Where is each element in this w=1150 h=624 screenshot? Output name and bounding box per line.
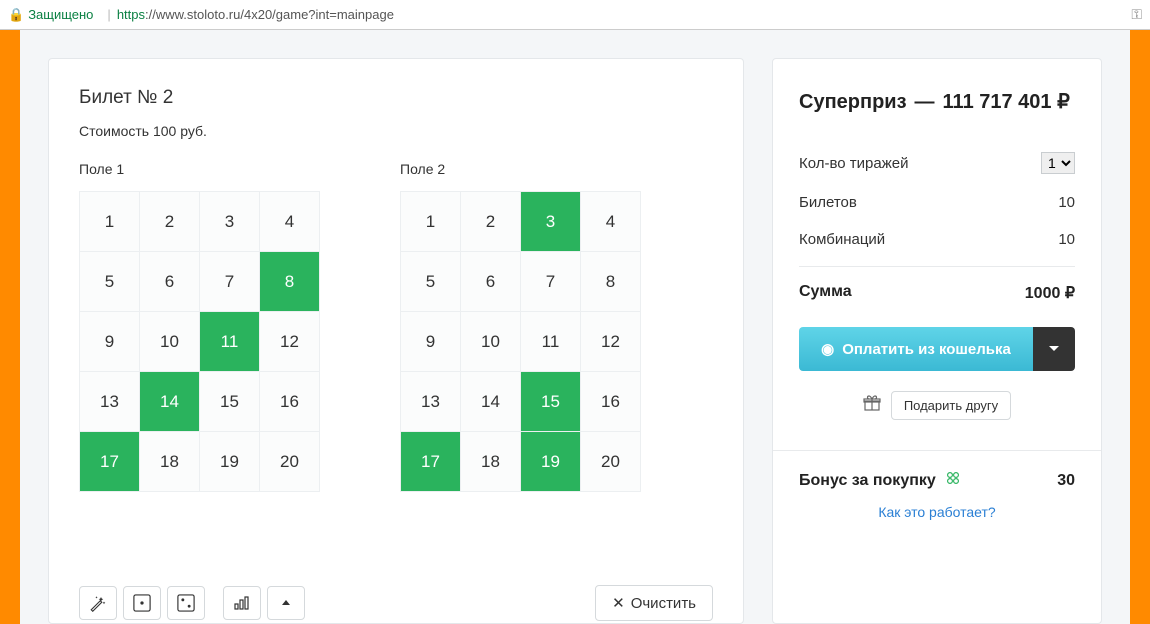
number-cell[interactable]: 5 [401, 252, 461, 312]
number-cell[interactable]: 11 [200, 312, 260, 372]
lock-icon: 🔒 [8, 7, 24, 23]
field-2-grid: 1234567891011121314151617181920 [400, 191, 641, 492]
bonus-label: Бонус за покупку [799, 472, 936, 490]
ticket-title: Билет № 2 [79, 87, 713, 109]
number-cell[interactable]: 15 [200, 372, 260, 432]
number-cell[interactable]: 16 [260, 372, 320, 432]
url-divider: | [107, 7, 110, 22]
number-cell[interactable]: 7 [521, 252, 581, 312]
number-cell[interactable]: 6 [461, 252, 521, 312]
field-2: Поле 2 1234567891011121314151617181920 [400, 161, 641, 492]
page-url[interactable]: https://www.stoloto.ru/4x20/game?int=mai… [117, 7, 394, 22]
number-cell[interactable]: 20 [260, 432, 320, 492]
number-cell[interactable]: 13 [401, 372, 461, 432]
wallet-icon: ◉ [821, 340, 834, 358]
key-icon[interactable]: ⚿ [1131, 6, 1142, 23]
number-cell[interactable]: 18 [140, 432, 200, 492]
clear-button[interactable]: ✕ Очистить [595, 585, 713, 621]
number-cell[interactable]: 12 [260, 312, 320, 372]
number-cell[interactable]: 14 [140, 372, 200, 432]
number-cell[interactable]: 3 [200, 192, 260, 252]
gift-button[interactable]: Подарить другу [891, 391, 1011, 420]
dice-1-button[interactable] [123, 586, 161, 620]
tickets-label: Билетов [799, 194, 857, 211]
jackpot-row: Суперприз — 111 717 401 ₽ [799, 89, 1075, 114]
number-cell[interactable]: 7 [200, 252, 260, 312]
tickets-row: Билетов 10 [799, 184, 1075, 221]
ticket-toolbar: ✕ Очистить [79, 585, 713, 623]
fields-row: Поле 1 1234567891011121314151617181920 П… [79, 161, 713, 492]
ticket-card: Билет № 2 Стоимость 100 руб. Поле 1 1234… [48, 58, 744, 624]
how-it-works-link[interactable]: Как это работает? [799, 504, 1075, 520]
number-cell[interactable]: 19 [521, 432, 581, 492]
total-value: 1000 ₽ [1025, 283, 1075, 303]
number-cell[interactable]: 2 [140, 192, 200, 252]
clover-icon [944, 469, 962, 492]
number-cell[interactable]: 6 [140, 252, 200, 312]
number-cell[interactable]: 20 [581, 432, 641, 492]
number-cell[interactable]: 4 [581, 192, 641, 252]
combos-value: 10 [1058, 231, 1075, 248]
close-icon: ✕ [612, 594, 625, 612]
ticket-cost: Стоимость 100 руб. [79, 123, 713, 139]
field-1: Поле 1 1234567891011121314151617181920 [79, 161, 320, 492]
number-cell[interactable]: 15 [521, 372, 581, 432]
number-cell[interactable]: 9 [401, 312, 461, 372]
number-cell[interactable]: 9 [80, 312, 140, 372]
secure-label: Защищено [28, 7, 93, 22]
magic-wand-button[interactable] [79, 586, 117, 620]
jackpot-amount: 111 717 401 ₽ [943, 89, 1070, 114]
caret-up-button[interactable] [267, 586, 305, 620]
number-cell[interactable]: 17 [401, 432, 461, 492]
field-1-grid: 1234567891011121314151617181920 [79, 191, 320, 492]
gift-icon [863, 395, 881, 416]
combos-row: Комбинаций 10 [799, 221, 1075, 258]
tickets-value: 10 [1058, 194, 1075, 211]
gift-row: Подарить другу [799, 391, 1075, 420]
left-accent-bar [0, 30, 20, 624]
number-cell[interactable]: 8 [260, 252, 320, 312]
field-2-label: Поле 2 [400, 161, 641, 177]
number-cell[interactable]: 10 [461, 312, 521, 372]
total-label: Сумма [799, 283, 852, 303]
bonus-box: Бонус за покупку 30 Как это работает? [773, 450, 1101, 520]
number-cell[interactable]: 16 [581, 372, 641, 432]
pay-dropdown-button[interactable] [1033, 327, 1075, 371]
number-cell[interactable]: 8 [581, 252, 641, 312]
number-cell[interactable]: 1 [80, 192, 140, 252]
divider [799, 266, 1075, 267]
number-cell[interactable]: 5 [80, 252, 140, 312]
draws-row: Кол-во тиражей 1 [799, 142, 1075, 184]
jackpot-label: Суперприз [799, 91, 907, 114]
bonus-value: 30 [1057, 472, 1075, 490]
clear-label: Очистить [631, 595, 696, 612]
chevron-down-icon [1048, 345, 1060, 353]
draws-label: Кол-во тиражей [799, 155, 909, 172]
stats-button[interactable] [223, 586, 261, 620]
number-cell[interactable]: 17 [80, 432, 140, 492]
number-cell[interactable]: 4 [260, 192, 320, 252]
number-cell[interactable]: 18 [461, 432, 521, 492]
pay-button[interactable]: ◉ Оплатить из кошелька [799, 327, 1033, 371]
number-cell[interactable]: 10 [140, 312, 200, 372]
number-cell[interactable]: 19 [200, 432, 260, 492]
number-cell[interactable]: 1 [401, 192, 461, 252]
pay-row: ◉ Оплатить из кошелька [799, 327, 1075, 371]
number-cell[interactable]: 11 [521, 312, 581, 372]
dice-2-button[interactable] [167, 586, 205, 620]
draws-select[interactable]: 1 [1041, 152, 1075, 174]
number-cell[interactable]: 12 [581, 312, 641, 372]
total-row: Сумма 1000 ₽ [799, 271, 1075, 327]
pay-label: Оплатить из кошелька [842, 341, 1011, 358]
number-cell[interactable]: 14 [461, 372, 521, 432]
number-cell[interactable]: 2 [461, 192, 521, 252]
right-accent-bar [1130, 30, 1150, 624]
browser-address-bar: 🔒 Защищено | https://www.stoloto.ru/4x20… [0, 0, 1150, 30]
summary-sidebar: Суперприз — 111 717 401 ₽ Кол-во тиражей… [772, 58, 1102, 624]
field-1-label: Поле 1 [79, 161, 320, 177]
combos-label: Комбинаций [799, 231, 885, 248]
number-cell[interactable]: 3 [521, 192, 581, 252]
number-cell[interactable]: 13 [80, 372, 140, 432]
